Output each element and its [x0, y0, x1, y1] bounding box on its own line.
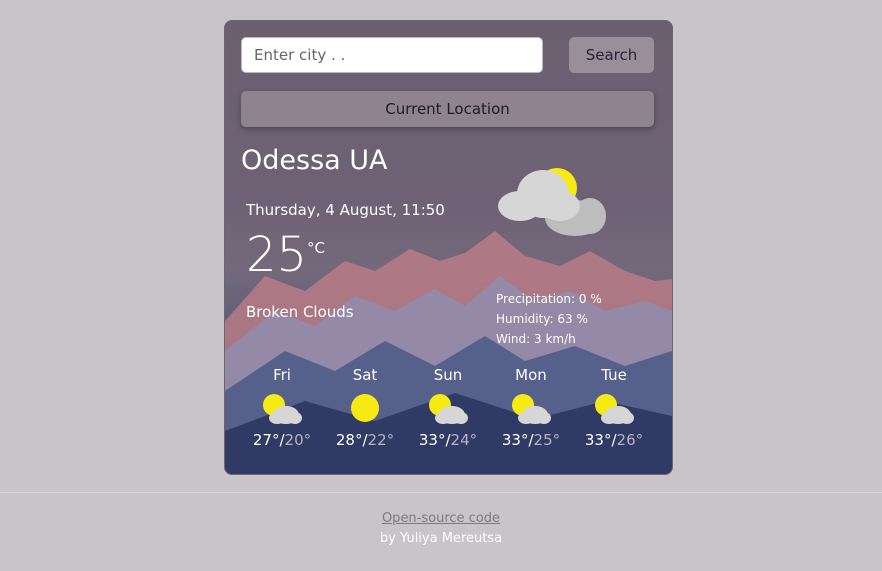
forecast-day-name: Fri: [273, 366, 291, 384]
wind: Wind: 3 km/h: [496, 332, 576, 346]
forecast-day: Sun 33°/24°: [408, 365, 488, 449]
partly-cloudy-icon: [512, 394, 551, 424]
humidity: Humidity: 63 %: [496, 312, 588, 326]
forecast-min: 26°: [616, 431, 644, 449]
partly-cloudy-icon: [595, 394, 634, 424]
partly-cloudy-icon: [429, 394, 468, 424]
forecast-max: 33°: [501, 431, 529, 449]
precipitation: Precipitation: 0 %: [496, 292, 602, 306]
forecast-max: 33°: [418, 431, 446, 449]
open-source-link[interactable]: Open-source code: [0, 511, 882, 526]
footer-divider: [0, 492, 882, 493]
forecast-min: 20°: [284, 431, 312, 449]
forecast-min: 25°: [533, 431, 561, 449]
weather-card: Search Current Location Odessa UA Thursd…: [224, 20, 673, 475]
forecast-day: Mon 33°/25°: [491, 365, 571, 449]
forecast-min: 24°: [450, 431, 478, 449]
current-temperature: 25: [246, 227, 308, 283]
forecast-max: 33°: [584, 431, 612, 449]
forecast-day: Sat 28°/22°: [325, 365, 405, 449]
temperature-unit[interactable]: °C: [307, 239, 325, 257]
sun-icon: [351, 394, 379, 422]
partly-cloudy-icon: [263, 394, 302, 424]
search-input[interactable]: [241, 37, 543, 73]
forecast-day-name: Sat: [352, 366, 378, 384]
forecast-day-name: Tue: [601, 366, 627, 384]
forecast-min: 22°: [367, 431, 395, 449]
current-location-button[interactable]: Current Location: [241, 91, 654, 127]
weather-details: Precipitation: 0 % Humidity: 63 % Wind: …: [496, 289, 602, 349]
broken-clouds-icon: [498, 168, 606, 236]
forecast-day-name: Mon: [515, 366, 547, 384]
city-name: Odessa UA: [241, 145, 388, 176]
current-datetime: Thursday, 4 August, 11:50: [246, 201, 445, 219]
forecast-day-name: Sun: [433, 366, 463, 384]
search-button[interactable]: Search: [569, 37, 654, 73]
forecast-day: Tue 33°/26°: [574, 365, 654, 449]
forecast: Fri 27°/20° Sat 28°/22° Sun 33°/24° Mon …: [241, 365, 661, 460]
author-credit: by Yuliya Mereutsa: [379, 531, 503, 546]
forecast-day: Fri 27°/20°: [242, 365, 322, 449]
forecast-max: 28°: [335, 431, 363, 449]
weather-description: Broken Clouds: [246, 303, 354, 321]
forecast-max: 27°: [252, 431, 280, 449]
